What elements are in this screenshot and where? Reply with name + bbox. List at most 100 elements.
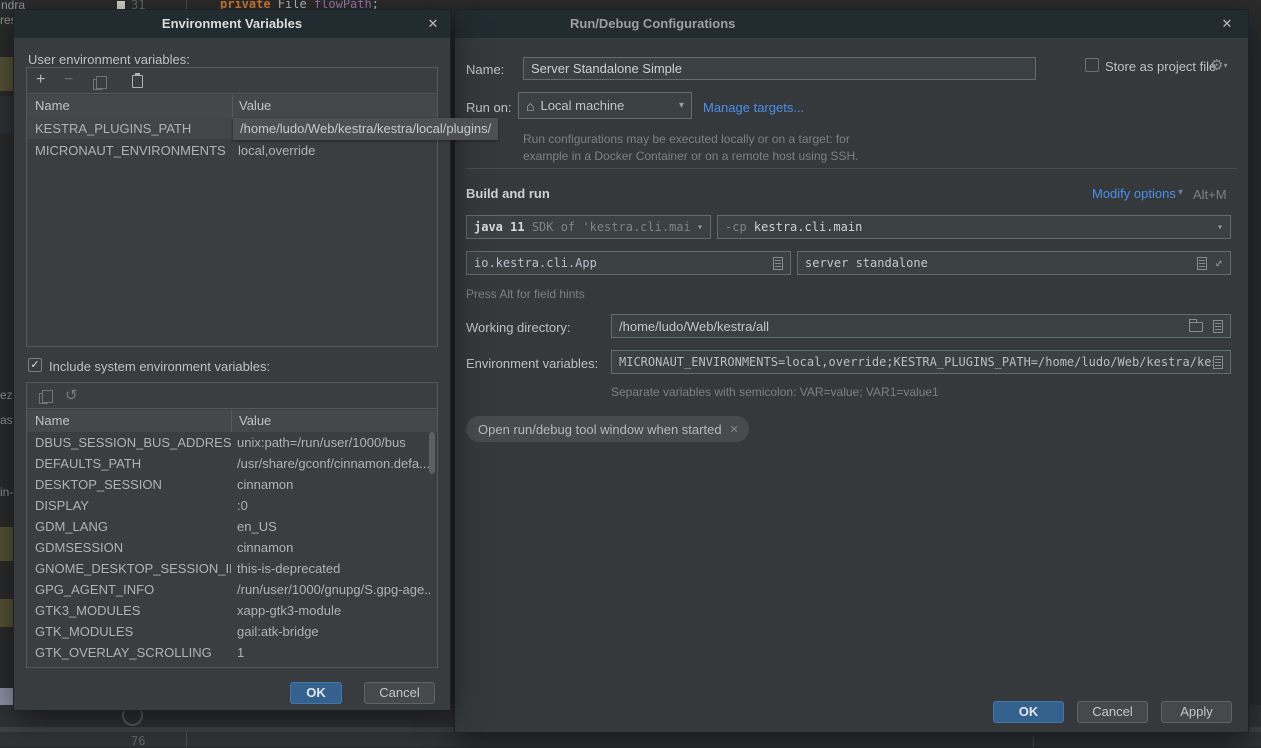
copy-icon[interactable] xyxy=(93,79,102,90)
expand-window-icon[interactable]: ↔ xyxy=(1211,255,1227,271)
expand-field-icon[interactable] xyxy=(1197,257,1207,270)
close-icon[interactable]: ✕ xyxy=(1218,15,1236,33)
row-value: unix:path=/run/user/1000/bus xyxy=(231,435,430,450)
chevron-down-icon: ▾ xyxy=(1217,222,1223,233)
cp-module: kestra.cli.main xyxy=(754,220,862,234)
row-value: xapp-gtk3-module xyxy=(231,603,430,618)
table-row[interactable]: GPG_AGENT_INFO /run/user/1000/gnupg/S.gp… xyxy=(27,579,430,600)
expand-field-icon[interactable] xyxy=(1213,356,1223,369)
close-icon[interactable]: ✕ xyxy=(424,15,442,33)
table-row[interactable]: GTK_MODULES gail:atk-bridge xyxy=(27,621,430,642)
project-tree-fragment: in- xyxy=(0,485,13,499)
run-debug-configurations-dialog: Run/Debug Configurations ✕ Name: Server … xyxy=(455,10,1248,732)
undo-icon[interactable]: ↺ xyxy=(65,386,78,404)
apply-button[interactable]: Apply xyxy=(1161,701,1232,723)
cancel-button[interactable]: Cancel xyxy=(1077,701,1148,723)
table-row[interactable]: DEFAULTS_PATH /usr/share/gconf/cinnamon.… xyxy=(27,453,430,474)
paste-icon[interactable] xyxy=(132,75,143,88)
jdk-dropdown[interactable]: java 11 SDK of 'kestra.cli.mair ▾ xyxy=(466,215,711,239)
editor-bottom-strip xyxy=(0,732,1261,747)
editor-split-line xyxy=(1033,736,1034,747)
environment-variables-input[interactable]: MICRONAUT_ENVIRONMENTS=local,override;KE… xyxy=(611,350,1231,374)
modify-options-link[interactable]: Modify options xyxy=(1092,186,1176,201)
environment-variables-hint: Separate variables with semicolon: VAR=v… xyxy=(611,385,939,399)
ok-button[interactable]: OK xyxy=(993,701,1064,723)
row-name: KESTRA_PLUGINS_PATH xyxy=(27,121,232,136)
gear-glyph: ⚙ xyxy=(1210,57,1223,74)
classpath-dropdown[interactable]: -cp kestra.cli.main ▾ xyxy=(717,215,1231,239)
working-directory-input[interactable]: /home/ludo/Web/kestra/all xyxy=(611,314,1231,338)
alt-hint: Press Alt for field hints xyxy=(466,287,585,301)
table-row[interactable]: GNOME_DESKTOP_SESSION_ID this-is-depreca… xyxy=(27,558,430,579)
system-table-toolbar: ↺ xyxy=(27,383,437,409)
table-row[interactable]: MICRONAUT_ENVIRONMENTS local,override xyxy=(27,139,437,161)
row-value: local,override xyxy=(232,143,437,158)
cp-flag: -cp xyxy=(725,220,747,234)
name-input[interactable]: Server Standalone Simple xyxy=(523,57,1036,80)
open-tool-window-chip[interactable]: Open run/debug tool window when started … xyxy=(466,416,749,442)
chip-close-icon[interactable]: ✕ xyxy=(730,423,739,436)
chip-label: Open run/debug tool window when started xyxy=(478,422,722,437)
row-name: DISPLAY xyxy=(27,498,231,513)
column-header-name: Name xyxy=(35,98,70,113)
row-value: :0 xyxy=(231,498,430,513)
store-as-project-file-checkbox[interactable] xyxy=(1085,58,1099,72)
manage-targets-link[interactable]: Manage targets... xyxy=(703,100,804,115)
user-env-vars-table: + − Name Value KESTRA_PLUGINS_PATH MICRO… xyxy=(26,67,438,347)
main-class-value: io.kestra.cli.App xyxy=(474,256,773,270)
expand-field-icon[interactable] xyxy=(773,257,783,270)
environment-variables-label: Environment variables: xyxy=(466,356,598,371)
main-class-input[interactable]: io.kestra.cli.App xyxy=(466,251,791,275)
column-header-value: Value xyxy=(239,413,271,428)
table-row[interactable]: DESKTOP_SESSION cinnamon xyxy=(27,474,430,495)
run-dialog-titlebar: Run/Debug Configurations ✕ xyxy=(455,10,1248,38)
name-label: Name: xyxy=(466,62,504,77)
ok-button[interactable]: OK xyxy=(290,682,342,704)
table-row[interactable]: GTK_OVERLAY_SCROLLING 1 xyxy=(27,642,430,663)
add-icon[interactable]: + xyxy=(36,72,45,88)
folder-icon[interactable] xyxy=(1189,322,1203,332)
sidebar-color-block xyxy=(0,527,14,561)
sidebar-color-block xyxy=(0,96,14,134)
chevron-down-icon: ▾ xyxy=(1178,187,1183,198)
cancel-button[interactable]: Cancel xyxy=(364,682,435,704)
row-name: DESKTOP_SESSION xyxy=(27,477,231,492)
env-dialog-title: Environment Variables xyxy=(14,16,450,31)
row-value: /run/user/1000/gnupg/S.gpg-age... xyxy=(231,582,430,597)
row-value: 1 xyxy=(231,645,430,660)
system-env-vars-table: ↺ Name Value DBUS_SESSION_BUS_ADDRESS un… xyxy=(26,382,438,668)
expand-field-icon[interactable] xyxy=(1213,320,1223,333)
program-arguments-value: server standalone xyxy=(805,256,1197,270)
store-as-project-file-label: Store as project file xyxy=(1105,59,1216,74)
run-on-value: Local machine xyxy=(540,98,673,113)
run-dialog-title: Run/Debug Configurations xyxy=(570,16,735,31)
row-value: /usr/share/gconf/cinnamon.defa... xyxy=(231,456,430,471)
copy-icon[interactable] xyxy=(39,393,48,404)
run-on-label: Run on: xyxy=(466,100,512,115)
jdk-detail: SDK of 'kestra.cli.mair xyxy=(532,220,691,234)
gutter-divider xyxy=(186,0,187,10)
gear-icon[interactable]: ⚙▾ xyxy=(1210,56,1227,74)
column-header-value: Value xyxy=(239,98,271,113)
env-dialog-titlebar: Environment Variables ✕ xyxy=(14,10,450,38)
sidebar-color-block xyxy=(0,599,14,627)
table-row[interactable]: DISPLAY :0 xyxy=(27,495,430,516)
row-value: en_US xyxy=(231,519,430,534)
environment-variables-dialog: Environment Variables ✕ User environment… xyxy=(14,10,450,710)
sidebar-color-block xyxy=(0,57,14,91)
program-arguments-input[interactable]: server standalone ↔ xyxy=(797,251,1231,275)
run-on-dropdown[interactable]: ⌂ Local machine ▾ xyxy=(518,92,692,119)
include-system-env-label: Include system environment variables: xyxy=(49,359,270,374)
system-table-header: Name Value xyxy=(27,410,437,432)
include-system-env-checkbox[interactable]: ✓ xyxy=(28,358,42,372)
table-row[interactable]: GDM_LANG en_US xyxy=(27,516,430,537)
target-hint-line2: example in a Docker Container or on a re… xyxy=(523,149,859,163)
table-row[interactable]: DBUS_SESSION_BUS_ADDRESS unix:path=/run/… xyxy=(27,432,430,453)
remove-icon[interactable]: − xyxy=(64,72,73,88)
scrollbar-thumb[interactable] xyxy=(429,432,435,474)
column-divider xyxy=(231,410,232,432)
row-name: DBUS_SESSION_BUS_ADDRESS xyxy=(27,435,231,450)
table-row[interactable]: GTK3_MODULES xapp-gtk3-module xyxy=(27,600,430,621)
row-name: GDM_LANG xyxy=(27,519,231,534)
table-row[interactable]: GDMSESSION cinnamon xyxy=(27,537,430,558)
